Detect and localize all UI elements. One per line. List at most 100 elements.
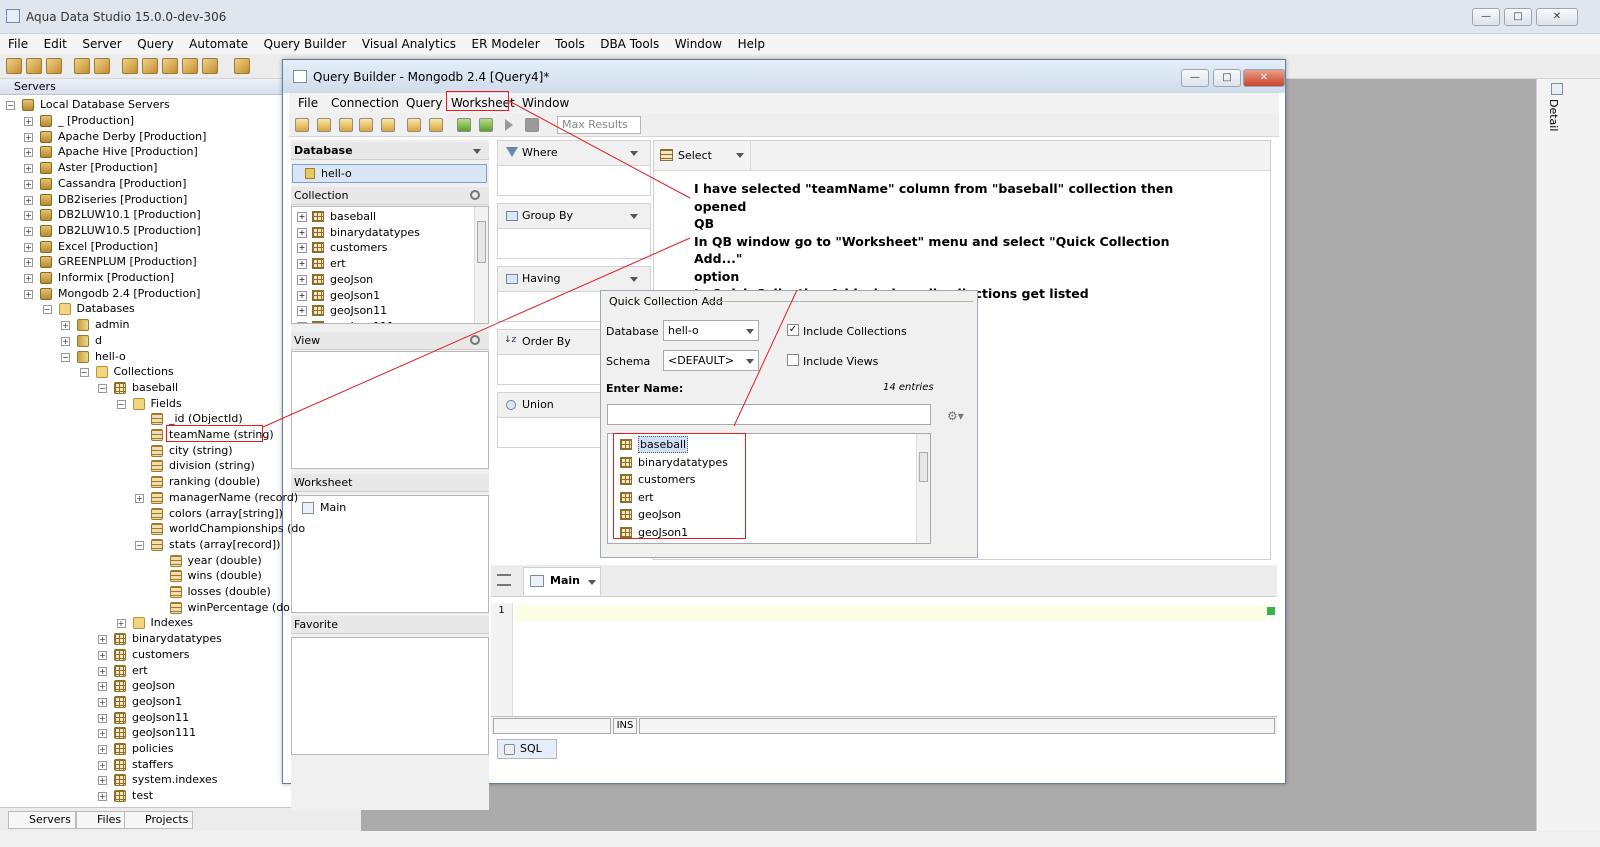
expand-icon[interactable]: + (61, 336, 70, 346)
connect-icon[interactable] (407, 118, 421, 132)
expand-icon[interactable]: + (98, 650, 107, 660)
qb-collection-item[interactable]: + customers (292, 240, 472, 256)
disconnect-icon[interactable] (74, 58, 90, 74)
qb-collection-item[interactable]: + binarydatatypes (292, 225, 472, 241)
expand-icon[interactable]: + (24, 148, 33, 158)
menu-server[interactable]: Server (76, 34, 127, 54)
menu-automate[interactable]: Automate (183, 34, 254, 54)
menu-visual-analytics[interactable]: Visual Analytics (356, 34, 462, 54)
collapse-icon[interactable]: − (98, 383, 107, 393)
expand-icon[interactable]: + (24, 258, 33, 268)
collection-scrollbar[interactable] (474, 207, 488, 323)
expand-icon[interactable]: + (297, 243, 307, 254)
collapse-icon[interactable]: − (116, 399, 126, 409)
expand-icon[interactable]: + (297, 227, 307, 238)
menu-edit[interactable]: Edit (38, 34, 73, 54)
expand-icon[interactable]: + (24, 195, 33, 205)
expand-icon[interactable]: + (98, 776, 107, 786)
qca-schema-select[interactable]: <DEFAULT> (663, 350, 759, 371)
chevron-down-icon[interactable] (473, 149, 481, 154)
expand-icon[interactable]: + (135, 493, 144, 503)
expand-icon[interactable]: + (98, 745, 107, 754)
qb-collection-item[interactable]: + geoJson111 (292, 319, 472, 323)
expand-icon[interactable]: + (24, 211, 33, 221)
include-views-checkbox[interactable] (787, 354, 799, 366)
qca-scrollbar[interactable] (916, 434, 930, 543)
group-by-clause[interactable]: Group By (497, 203, 651, 259)
enter-name-input[interactable] (607, 404, 931, 425)
open-icon[interactable] (317, 118, 331, 132)
save-icon[interactable] (339, 118, 353, 132)
detail-icon[interactable] (1551, 83, 1563, 95)
database-selector[interactable]: hell-o (292, 164, 487, 183)
where-clause[interactable]: Where (497, 140, 651, 196)
chevron-down-icon[interactable] (630, 151, 638, 156)
gear-icon[interactable]: ⚙▾ (947, 409, 964, 423)
switch-icon[interactable] (429, 118, 443, 132)
tab-servers[interactable]: Servers (8, 811, 76, 829)
menu-er-modeler[interactable]: ER Modeler (466, 34, 546, 54)
stop-icon[interactable] (525, 118, 539, 132)
search-icon[interactable] (470, 335, 480, 345)
expand-icon[interactable]: + (24, 274, 33, 283)
menu-window[interactable]: Window (669, 34, 728, 54)
qb-minimize-button[interactable]: — (1181, 69, 1209, 87)
expand-icon[interactable]: + (297, 321, 307, 323)
expand-icon[interactable]: + (297, 274, 307, 285)
expand-icon[interactable]: + (98, 697, 107, 707)
minimize-button[interactable]: — (1472, 8, 1500, 26)
schema-icon[interactable] (202, 58, 218, 74)
expand-icon[interactable]: + (98, 760, 107, 770)
table-data-icon[interactable] (182, 58, 198, 74)
print-icon[interactable] (381, 118, 395, 132)
expand-icon[interactable]: + (24, 117, 33, 126)
qb-collection-item[interactable]: + baseball (292, 209, 472, 225)
current-line-highlight[interactable] (515, 605, 1267, 621)
expand-icon[interactable]: + (98, 682, 107, 692)
chevron-down-icon[interactable] (736, 153, 744, 158)
qb-collection-item[interactable]: + ert (292, 256, 472, 272)
tab-files[interactable]: Files (76, 811, 127, 829)
expand-icon[interactable]: + (24, 226, 33, 236)
query-icon[interactable] (122, 58, 138, 74)
tab-sql[interactable]: SQL (497, 739, 557, 759)
expand-icon[interactable]: + (61, 321, 70, 331)
tab-projects[interactable]: Projects (124, 811, 194, 829)
chevron-down-icon[interactable] (630, 277, 638, 282)
expand-icon[interactable]: + (297, 290, 307, 301)
save-as-icon[interactable] (359, 118, 373, 132)
document-icon[interactable] (234, 58, 250, 74)
expand-icon[interactable]: + (297, 259, 307, 270)
qb-menu-file[interactable]: File (298, 93, 318, 113)
collapse-icon[interactable]: − (61, 352, 70, 362)
close-button[interactable]: ✕ (1536, 8, 1578, 26)
expand-icon[interactable]: + (98, 666, 107, 676)
detail-tab[interactable]: Detail (1547, 99, 1560, 131)
menu-tools[interactable]: Tools (549, 34, 591, 54)
new-server-icon[interactable] (6, 58, 22, 74)
execute-icon[interactable] (505, 119, 513, 131)
collapse-icon[interactable]: − (79, 368, 89, 378)
connect-icon[interactable] (46, 58, 62, 74)
expand-icon[interactable]: + (24, 164, 33, 174)
qb-collection-item[interactable]: + geoJson11 (292, 303, 472, 319)
menu-file[interactable]: File (0, 34, 34, 54)
include-collections-checkbox[interactable]: ✓ (787, 324, 799, 336)
expand-icon[interactable]: + (24, 132, 33, 142)
max-results-input[interactable]: Max Results (557, 116, 641, 134)
expand-icon[interactable]: + (24, 242, 33, 252)
menu-query-builder[interactable]: Query Builder (258, 34, 353, 54)
expand-icon[interactable]: + (98, 729, 107, 739)
qb-maximize-button[interactable]: □ (1213, 69, 1241, 87)
menu-query[interactable]: Query (131, 34, 179, 54)
add-icon[interactable] (457, 118, 471, 132)
qca-database-select[interactable]: hell-o (663, 320, 759, 341)
qb-collection-item[interactable]: + geoJson1 (292, 288, 472, 304)
qb-close-button[interactable]: ✕ (1243, 69, 1285, 87)
collapse-icon[interactable]: − (42, 305, 52, 315)
refresh-icon[interactable] (94, 58, 110, 74)
qb-collection-item[interactable]: + geoJson (292, 272, 472, 288)
tab-main[interactable]: Main (523, 567, 601, 595)
new-query-icon[interactable] (295, 118, 309, 132)
expand-icon[interactable]: + (297, 306, 307, 317)
